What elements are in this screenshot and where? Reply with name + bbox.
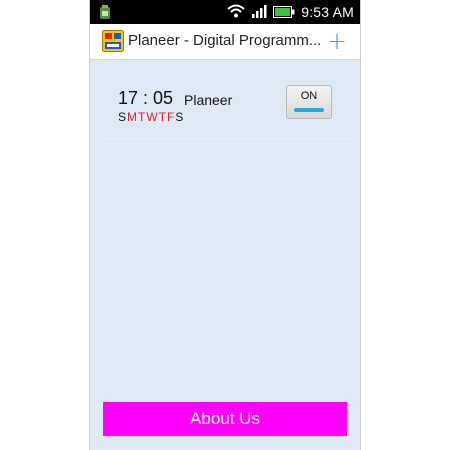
dpb-logo-icon	[102, 30, 124, 52]
alarm-toggle[interactable]: ON	[286, 85, 332, 119]
alarm-name: Planeer	[184, 92, 233, 108]
add-button[interactable]: +	[324, 28, 350, 54]
battery-icon	[273, 3, 295, 22]
day-friday: F	[167, 110, 175, 124]
status-bar: 9:53 AM	[90, 0, 360, 24]
alarm-time: 17 : 05	[118, 88, 174, 108]
toggle-indicator	[294, 108, 324, 112]
phone-screen: 9:53 AM Planeer - Digital Programm... + …	[89, 0, 361, 450]
app-title: Planeer - Digital Programm...	[128, 32, 322, 49]
app-bar: Planeer - Digital Programm... +	[90, 24, 360, 60]
status-icons: 9:53 AM	[227, 0, 354, 24]
toggle-label: ON	[300, 90, 318, 102]
alarm-list: 17 : 05 Planeer S M T W T F S ON About U…	[90, 60, 360, 450]
plus-icon: +	[326, 27, 348, 55]
day-thursday: T	[158, 110, 167, 124]
day-monday: M	[127, 110, 138, 124]
about-us-button[interactable]: About Us	[103, 402, 347, 436]
day-saturday: S	[175, 110, 184, 124]
signal-icon	[251, 3, 267, 22]
wifi-icon	[227, 3, 245, 22]
alarm-days: S M T W T F S	[118, 110, 183, 124]
app-notification-icon	[98, 4, 112, 20]
day-sunday: S	[118, 110, 127, 124]
day-wednesday: W	[146, 110, 158, 124]
status-time: 9:53 AM	[301, 4, 354, 20]
day-tuesday: T	[138, 110, 146, 124]
alarm-item[interactable]: 17 : 05 Planeer S M T W T F S ON	[100, 72, 352, 139]
